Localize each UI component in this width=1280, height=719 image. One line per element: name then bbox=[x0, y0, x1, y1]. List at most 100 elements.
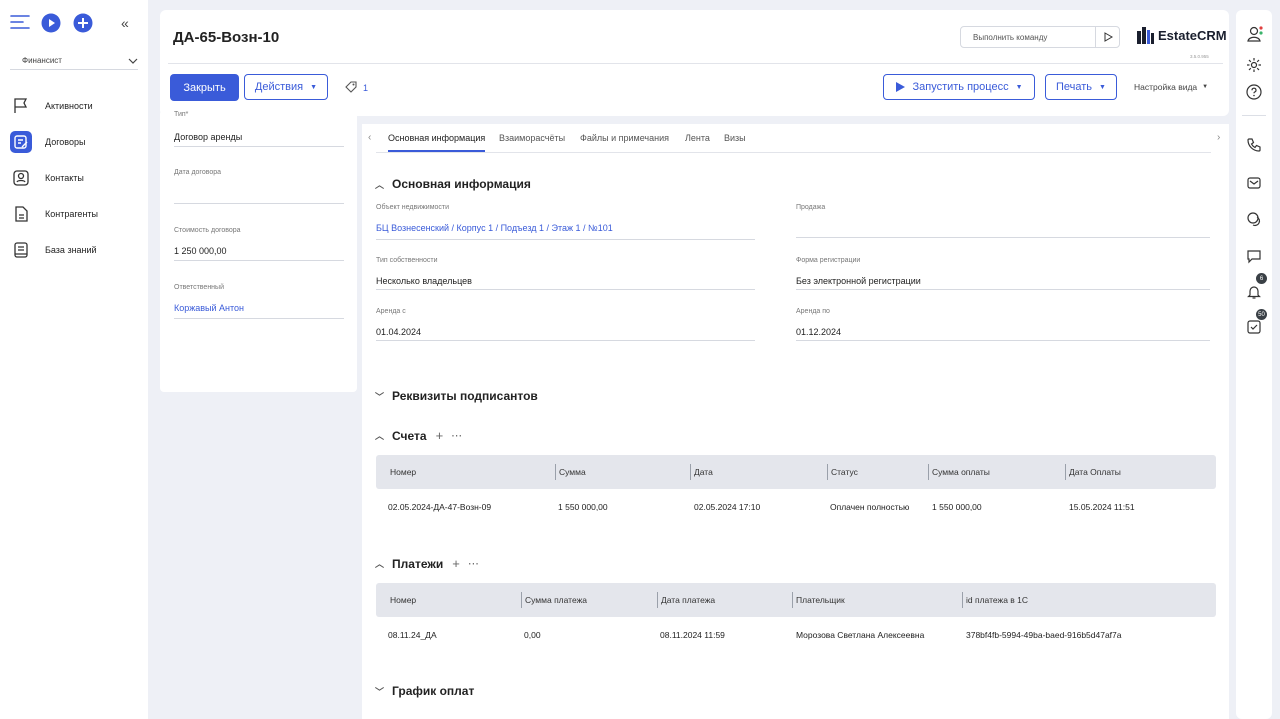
section-title: Платежи bbox=[392, 556, 444, 571]
tasks-checklist-icon[interactable] bbox=[1246, 319, 1262, 335]
settings-gear-icon[interactable] bbox=[1246, 57, 1262, 73]
column-header[interactable]: Номер bbox=[390, 455, 416, 489]
play-circle-icon[interactable] bbox=[41, 13, 61, 33]
tab-settlements[interactable]: Взаиморасчёты bbox=[499, 133, 565, 143]
column-header[interactable]: Номер bbox=[390, 583, 416, 617]
section-invoices-header[interactable]: ︿ Счета + ⋯ bbox=[375, 428, 462, 443]
comment-icon[interactable] bbox=[1246, 248, 1262, 264]
column-header[interactable]: id платежа в 1С bbox=[961, 583, 1028, 617]
tag-count: 1 bbox=[363, 82, 369, 93]
right-toolbar: 6 50 bbox=[1236, 10, 1272, 719]
payer-name[interactable]: Морозова Светлана Алексеевна bbox=[796, 630, 924, 640]
invoices-table-header: Номер Сумма Дата Статус Сумма оплаты Дат… bbox=[376, 455, 1216, 489]
command-input-placeholder: Выполнить команду bbox=[973, 32, 1048, 42]
sidebar-item-counterparties[interactable]: Контрагенты bbox=[10, 202, 98, 226]
more-options-icon[interactable]: ⋯ bbox=[468, 557, 479, 570]
view-settings-button[interactable]: Настройка вида ▼ bbox=[1134, 82, 1208, 92]
sidebar-item-label: База знаний bbox=[45, 245, 97, 255]
add-payment-icon[interactable]: + bbox=[452, 556, 460, 571]
tab-feed[interactable]: Лента bbox=[685, 133, 710, 143]
mail-icon[interactable] bbox=[1246, 175, 1262, 191]
add-circle-icon[interactable] bbox=[73, 13, 93, 33]
column-header[interactable]: Статус bbox=[827, 455, 858, 489]
section-payments-header[interactable]: ︿ Платежи + ⋯ bbox=[375, 556, 479, 571]
rent-to-value[interactable]: 01.12.2024 bbox=[796, 327, 841, 337]
collapse-sidebar-icon[interactable]: « bbox=[121, 15, 129, 31]
ownership-type-value[interactable]: Несколько владельцев bbox=[376, 276, 472, 286]
sidebar-item-knowledge-base[interactable]: База знаний bbox=[10, 238, 97, 262]
invoice-number[interactable]: 02.05.2024-ДА-47-Возн-09 bbox=[388, 502, 491, 512]
command-input[interactable]: Выполнить команду bbox=[960, 26, 1120, 48]
tabs-divider bbox=[376, 152, 1211, 153]
role-select[interactable]: Финансист bbox=[10, 52, 138, 70]
chevron-down-icon: ﹀ bbox=[375, 391, 385, 402]
chat-bubbles-icon[interactable] bbox=[1246, 211, 1262, 227]
column-header[interactable]: Дата Оплаты bbox=[1065, 455, 1121, 489]
section-main-info-header[interactable]: ︿ Основная информация bbox=[375, 177, 531, 191]
column-header[interactable]: Сумма оплаты bbox=[928, 455, 990, 489]
responsible-value[interactable]: Коржавый Антон bbox=[174, 303, 244, 313]
role-select-value: Финансист bbox=[22, 56, 62, 65]
rent-from-label: Аренда с bbox=[376, 308, 406, 315]
more-options-icon[interactable]: ⋯ bbox=[451, 429, 462, 442]
field-underline bbox=[174, 203, 344, 204]
table-row[interactable]: 02.05.2024-ДА-47-Возн-09 1 550 000,00 02… bbox=[376, 499, 1216, 517]
help-icon[interactable] bbox=[1246, 84, 1262, 100]
contract-cost-value[interactable]: 1 250 000,00 bbox=[174, 246, 227, 256]
section-signers-header[interactable]: ﹀ Реквизиты подписантов bbox=[375, 389, 538, 403]
sidebar-item-contacts[interactable]: Контакты bbox=[10, 166, 84, 190]
table-row[interactable]: 08.11.24_ДА 0,00 08.11.2024 11:59 Морозо… bbox=[376, 627, 1216, 645]
responsible-label: Ответственный bbox=[174, 284, 224, 291]
add-invoice-icon[interactable]: + bbox=[436, 428, 444, 443]
print-button[interactable]: Печать ▼ bbox=[1045, 74, 1117, 100]
field-underline bbox=[174, 146, 344, 147]
registration-form-value[interactable]: Без электронной регистрации bbox=[796, 276, 921, 286]
contract-cost-label: Стоимость договора bbox=[174, 227, 241, 234]
close-button[interactable]: Закрыть bbox=[170, 74, 239, 101]
invoice-paid-date: 15.05.2024 11:51 bbox=[1069, 502, 1135, 512]
type-value[interactable]: Договор аренды bbox=[174, 132, 242, 142]
invoice-amount: 1 550 000,00 bbox=[558, 502, 608, 512]
column-header[interactable]: Сумма bbox=[555, 455, 586, 489]
notifications-bell-icon[interactable] bbox=[1246, 284, 1262, 300]
payments-table-header: Номер Сумма платежа Дата платежа Платель… bbox=[376, 583, 1216, 617]
tabs-scroll-left-icon[interactable]: ‹ bbox=[368, 132, 371, 143]
tabs-scroll-right-icon[interactable]: › bbox=[1217, 132, 1220, 143]
hamburger-menu-icon[interactable] bbox=[10, 14, 30, 30]
phone-icon[interactable] bbox=[1246, 137, 1262, 153]
flag-icon bbox=[10, 95, 32, 117]
sidebar-item-activities[interactable]: Активности bbox=[10, 94, 93, 118]
caret-down-icon: ▼ bbox=[310, 83, 318, 91]
tab-main-info[interactable]: Основная информация bbox=[388, 133, 485, 143]
rent-from-value[interactable]: 01.04.2024 bbox=[376, 327, 421, 337]
caret-down-icon: ▼ bbox=[1202, 84, 1209, 90]
chevron-up-icon: ︿ bbox=[375, 431, 385, 441]
sidebar-item-label: Контрагенты bbox=[45, 209, 99, 219]
run-command-icon[interactable] bbox=[1095, 27, 1119, 47]
sale-label: Продажа bbox=[796, 204, 826, 211]
header: ДА-65-Возн-10 Выполнить команду EstateCR… bbox=[160, 10, 1229, 116]
sidebar-item-contracts[interactable]: Договоры bbox=[10, 130, 85, 154]
field-underline bbox=[174, 318, 344, 319]
section-payment-schedule-header[interactable]: ﹀ График оплат bbox=[375, 684, 474, 698]
property-object-value[interactable]: БЦ Вознесенский / Корпус 1 / Подъезд 1 /… bbox=[376, 223, 613, 233]
actions-button[interactable]: Действия ▼ bbox=[244, 74, 328, 100]
sidebar-item-label: Договоры bbox=[45, 137, 86, 147]
building-logo-icon bbox=[1137, 27, 1154, 44]
user-profile-icon[interactable] bbox=[1246, 25, 1264, 43]
column-header[interactable]: Сумма платежа bbox=[520, 583, 587, 617]
run-process-button[interactable]: Запустить процесс ▼ bbox=[883, 74, 1035, 100]
ownership-type-label: Тип собственности bbox=[376, 257, 438, 264]
column-header[interactable]: Дата bbox=[690, 455, 713, 489]
field-underline bbox=[796, 340, 1210, 341]
payment-date: 08.11.2024 11:59 bbox=[660, 630, 725, 640]
caret-down-icon: ▼ bbox=[1015, 83, 1023, 91]
invoice-paid-amount: 1 550 000,00 bbox=[932, 502, 982, 512]
tab-files-notes[interactable]: Файлы и примечания bbox=[580, 133, 669, 143]
page-title: ДА-65-Возн-10 bbox=[173, 29, 280, 46]
tags-counter[interactable]: 1 bbox=[344, 81, 368, 94]
column-header[interactable]: Плательщик bbox=[792, 583, 845, 617]
column-header[interactable]: Дата платежа bbox=[656, 583, 715, 617]
tab-visas[interactable]: Визы bbox=[724, 133, 746, 143]
field-underline bbox=[376, 340, 755, 341]
